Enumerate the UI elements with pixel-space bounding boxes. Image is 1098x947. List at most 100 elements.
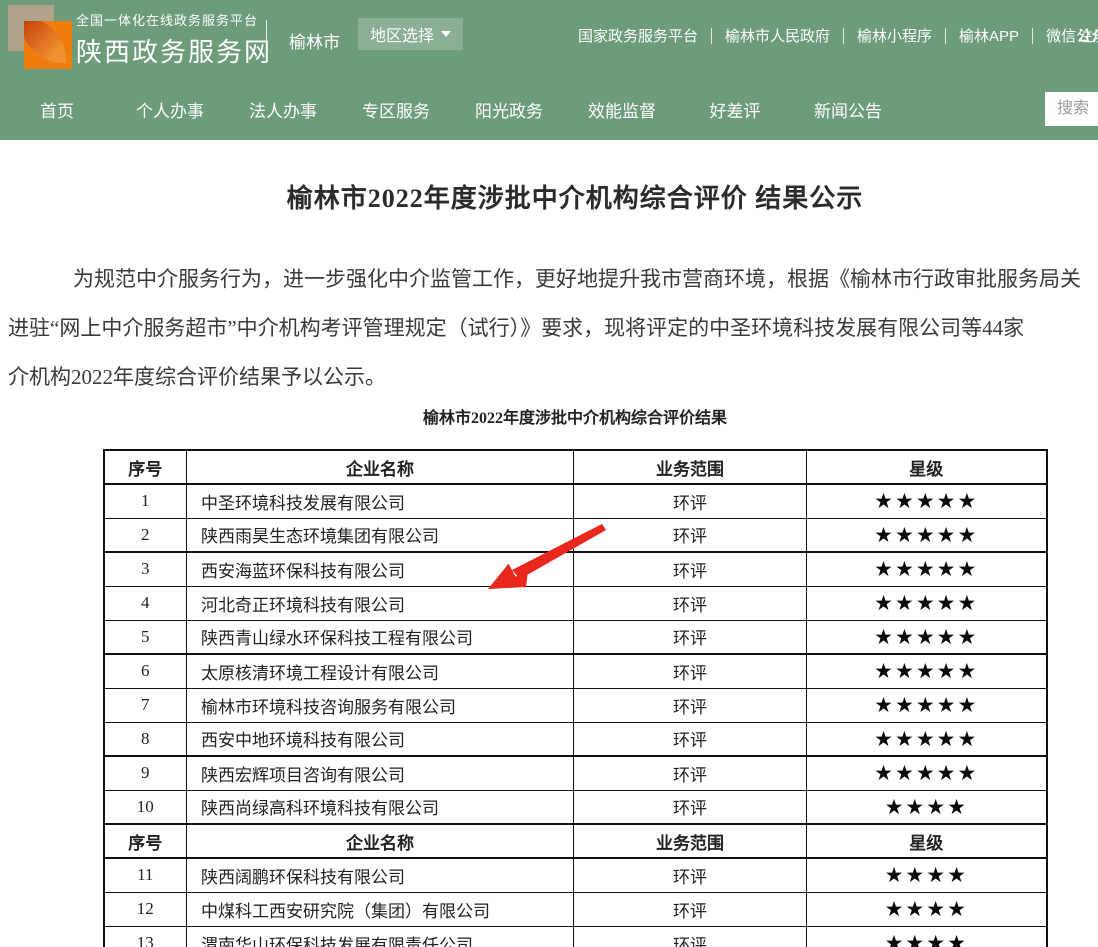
cell-company-name: 陕西青山绿水环保科技工程有限公司 bbox=[187, 620, 574, 654]
search-input[interactable] bbox=[1045, 92, 1098, 126]
cell-company-name: 太原核清环境工程设计有限公司 bbox=[187, 654, 574, 688]
region-selector-label: 地区选择 bbox=[370, 22, 434, 46]
cell-business-scope: 环评 bbox=[574, 620, 807, 654]
column-header: 星级 bbox=[807, 450, 1047, 484]
column-header: 序号 bbox=[104, 450, 187, 484]
header-link-2[interactable]: 榆林市人民政府 bbox=[725, 25, 830, 46]
paragraph-line: 为规范中介服务行为，进一步强化中介监管工作，更好地提升我市营商环境，根据《榆林市… bbox=[8, 255, 1098, 304]
nav-item-6[interactable]: 效能监督 bbox=[588, 97, 656, 122]
cell-star-rating: ★★★★ bbox=[807, 858, 1047, 892]
notice-page: 榆林市2022年度涉批中介机构综合评价 结果公示 为规范中介服务行为，进一步强化… bbox=[0, 178, 1098, 947]
cell-star-rating: ★★★★★ bbox=[807, 654, 1047, 688]
results-table-body: 序号企业名称业务范围星级1中圣环境科技发展有限公司环评★★★★★2陕西雨昊生态环… bbox=[104, 450, 1047, 947]
cell-star-rating: ★★★★ bbox=[807, 926, 1047, 947]
cell-star-rating: ★★★★★ bbox=[807, 620, 1047, 654]
table-row: 9陕西宏辉项目咨询有限公司环评★★★★★ bbox=[104, 756, 1047, 790]
nav-item-1[interactable]: 首页 bbox=[23, 97, 91, 122]
table-caption: 榆林市2022年度涉批中介机构综合评价结果 bbox=[0, 404, 1098, 428]
table-row: 1中圣环境科技发展有限公司环评★★★★★ bbox=[104, 484, 1047, 518]
evaluation-results-table: 序号企业名称业务范围星级1中圣环境科技发展有限公司环评★★★★★2陕西雨昊生态环… bbox=[103, 449, 1048, 947]
cell-business-scope: 环评 bbox=[574, 756, 807, 790]
header-links: 国家政务服务平台榆林市人民政府榆林小程序榆林APP微信公众号 bbox=[578, 25, 1098, 46]
table-row: 12中煤科工西安研究院（集团）有限公司环评★★★★ bbox=[104, 892, 1047, 926]
nav-item-8[interactable]: 新闻公告 bbox=[814, 97, 882, 122]
table-row: 7榆林市环境科技咨询服务有限公司环评★★★★★ bbox=[104, 688, 1047, 722]
cell-company-name: 陕西尚绿高科环境科技有限公司 bbox=[187, 790, 574, 824]
nav-item-7[interactable]: 好差评 bbox=[701, 97, 769, 122]
table-row: 4河北奇正环境科技有限公司环评★★★★★ bbox=[104, 586, 1047, 620]
table-row: 8西安中地环境科技有限公司环评★★★★★ bbox=[104, 722, 1047, 756]
cell-business-scope: 环评 bbox=[574, 654, 807, 688]
site-brand: 全国一体化在线政务服务平台 陕西政务服务网 bbox=[76, 10, 272, 69]
paragraph-line: 进驻“网上中介服务超市”中介机构考评管理规定（试行）》要求，现将评定的中圣环境科… bbox=[8, 304, 1098, 353]
page-title: 榆林市2022年度涉批中介机构综合评价 结果公示 bbox=[0, 178, 1098, 215]
table-row: 11陕西阔鹏环保科技有限公司环评★★★★ bbox=[104, 858, 1047, 892]
cell-company-name: 渭南华山环保科技发展有限责任公司 bbox=[187, 926, 574, 947]
column-header: 星级 bbox=[807, 824, 1047, 858]
cell-business-scope: 环评 bbox=[574, 552, 807, 586]
cell-business-scope: 环评 bbox=[574, 518, 807, 552]
cell-star-rating: ★★★★ bbox=[807, 892, 1047, 926]
cell-star-rating: ★★★★★ bbox=[807, 688, 1047, 722]
table-row: 10陕西尚绿高科环境科技有限公司环评★★★★ bbox=[104, 790, 1047, 824]
cell-star-rating: ★★★★★ bbox=[807, 756, 1047, 790]
cell-serial-number: 10 bbox=[104, 790, 187, 824]
brand-divider bbox=[266, 20, 267, 60]
logo-orange-square bbox=[24, 21, 72, 69]
cell-business-scope: 环评 bbox=[574, 586, 807, 620]
table-row: 13渭南华山环保科技发展有限责任公司环评★★★★ bbox=[104, 926, 1047, 947]
column-header: 企业名称 bbox=[187, 824, 574, 858]
top-header: 全国一体化在线政务服务平台 陕西政务服务网 榆林市 地区选择 国家政务服务平台 榆… bbox=[0, 0, 1098, 78]
cell-star-rating: ★★★★★ bbox=[807, 586, 1047, 620]
table-header-row: 序号企业名称业务范围星级 bbox=[104, 450, 1047, 484]
cell-business-scope: 环评 bbox=[574, 484, 807, 518]
cell-business-scope: 环评 bbox=[574, 858, 807, 892]
header-link-1[interactable]: 国家政务服务平台 bbox=[578, 25, 698, 46]
cell-star-rating: ★★★★★ bbox=[807, 552, 1047, 586]
header-link-4[interactable]: 榆林APP bbox=[959, 25, 1019, 46]
column-header: 业务范围 bbox=[574, 824, 807, 858]
cell-star-rating: ★★★★★ bbox=[807, 518, 1047, 552]
nav-item-4[interactable]: 专区服务 bbox=[362, 97, 430, 122]
cell-star-rating: ★★★★★ bbox=[807, 722, 1047, 756]
table-row: 3西安海蓝环保科技有限公司环评★★★★★ bbox=[104, 552, 1047, 586]
register-link[interactable]: 注册 bbox=[1078, 25, 1098, 46]
table-row: 5陕西青山绿水环保科技工程有限公司环评★★★★★ bbox=[104, 620, 1047, 654]
nav-item-2[interactable]: 个人办事 bbox=[136, 97, 204, 122]
platform-label: 全国一体化在线政务服务平台 bbox=[76, 10, 272, 29]
cell-company-name: 中圣环境科技发展有限公司 bbox=[187, 484, 574, 518]
cell-business-scope: 环评 bbox=[574, 892, 807, 926]
cell-serial-number: 3 bbox=[104, 552, 187, 586]
cell-serial-number: 11 bbox=[104, 858, 187, 892]
site-logo-icon bbox=[8, 5, 72, 67]
logo-leaf-icon bbox=[24, 21, 66, 63]
nav-item-3[interactable]: 法人办事 bbox=[249, 97, 317, 122]
cell-business-scope: 环评 bbox=[574, 688, 807, 722]
link-separator bbox=[945, 28, 946, 44]
cell-company-name: 西安海蓝环保科技有限公司 bbox=[187, 552, 574, 586]
cell-serial-number: 12 bbox=[104, 892, 187, 926]
region-selector-button[interactable]: 地区选择 bbox=[358, 18, 463, 50]
header-link-3[interactable]: 榆林小程序 bbox=[857, 25, 932, 46]
table-row: 6太原核清环境工程设计有限公司环评★★★★★ bbox=[104, 654, 1047, 688]
cell-star-rating: ★★★★ bbox=[807, 790, 1047, 824]
cell-serial-number: 8 bbox=[104, 722, 187, 756]
current-city-label: 榆林市 bbox=[289, 28, 340, 53]
column-header: 序号 bbox=[104, 824, 187, 858]
cell-company-name: 榆林市环境科技咨询服务有限公司 bbox=[187, 688, 574, 722]
cell-company-name: 中煤科工西安研究院（集团）有限公司 bbox=[187, 892, 574, 926]
cell-business-scope: 环评 bbox=[574, 722, 807, 756]
cell-serial-number: 9 bbox=[104, 756, 187, 790]
table-row: 2陕西雨昊生态环境集团有限公司环评★★★★★ bbox=[104, 518, 1047, 552]
cell-serial-number: 13 bbox=[104, 926, 187, 947]
link-separator bbox=[843, 28, 844, 44]
link-separator bbox=[711, 28, 712, 44]
cell-company-name: 陕西宏辉项目咨询有限公司 bbox=[187, 756, 574, 790]
nav-item-5[interactable]: 阳光政务 bbox=[475, 97, 543, 122]
column-header: 企业名称 bbox=[187, 450, 574, 484]
cell-serial-number: 7 bbox=[104, 688, 187, 722]
column-header: 业务范围 bbox=[574, 450, 807, 484]
cell-company-name: 陕西雨昊生态环境集团有限公司 bbox=[187, 518, 574, 552]
cell-serial-number: 6 bbox=[104, 654, 187, 688]
cell-star-rating: ★★★★★ bbox=[807, 484, 1047, 518]
